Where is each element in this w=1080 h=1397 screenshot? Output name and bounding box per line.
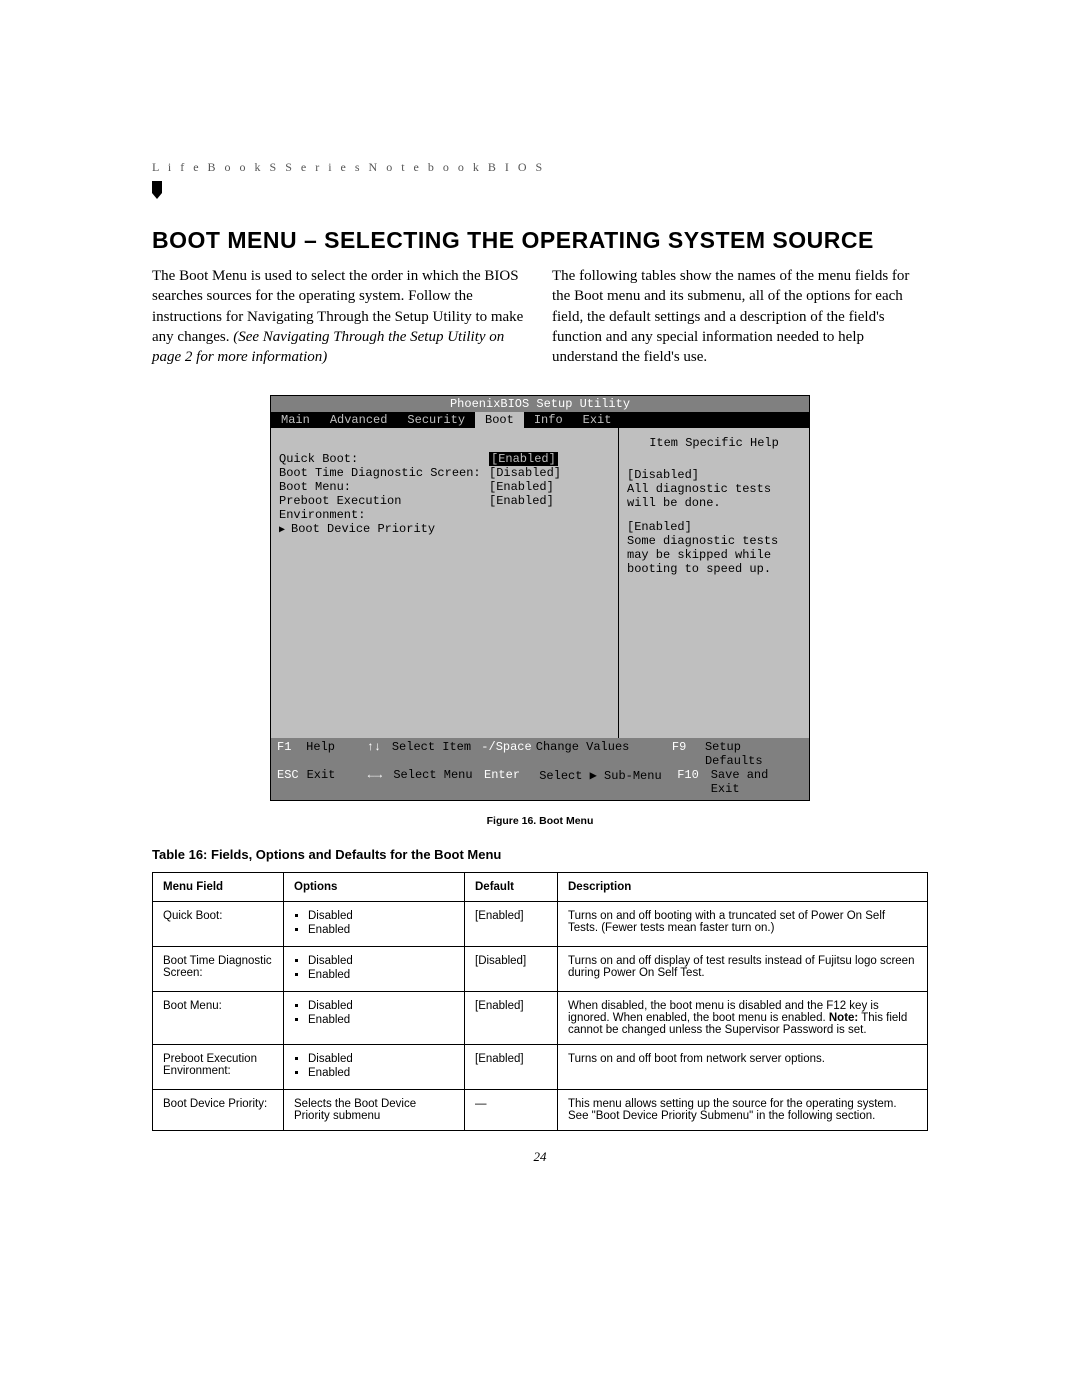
- bf0-k4: F9: [672, 740, 705, 768]
- bf0-k2: ↑↓: [363, 740, 392, 768]
- bios-row0-label: Quick Boot:: [279, 452, 489, 466]
- bios-tab-security: Security: [397, 412, 475, 428]
- bios-row3-value: [Enabled]: [489, 494, 554, 522]
- th-default: Default: [465, 873, 558, 902]
- table-row: Boot Menu: Disabled Enabled [Enabled] Wh…: [153, 992, 928, 1045]
- list-item: Disabled: [308, 1053, 454, 1065]
- bf1-k2: ←→: [364, 768, 394, 796]
- cell-options: Selects the Boot Device Priority submenu: [284, 1090, 465, 1131]
- list-item: Disabled: [308, 955, 454, 967]
- list-item: Enabled: [308, 1067, 454, 1079]
- table-header-row: Menu Field Options Default Description: [153, 873, 928, 902]
- cell-field: Boot Device Priority:: [153, 1090, 284, 1131]
- cell-field: Boot Time Diagnostic Screen:: [153, 947, 284, 992]
- bf1-k4: F10: [677, 768, 711, 796]
- cell-default: [Enabled]: [465, 1045, 558, 1090]
- table-row: Boot Device Priority: Selects the Boot D…: [153, 1090, 928, 1131]
- bf1-l3: Select ▶ Sub-Menu: [539, 768, 677, 796]
- bf0-l3: Change Values: [536, 740, 672, 768]
- cell-field: Boot Menu:: [153, 992, 284, 1045]
- bios-tab-exit: Exit: [573, 412, 622, 428]
- bios-help-b0-l0: [Disabled]: [627, 468, 801, 482]
- cell-default: [Enabled]: [465, 902, 558, 947]
- bios-help-b1-l0: [Enabled]: [627, 520, 801, 534]
- bios-help-title: Item Specific Help: [627, 436, 801, 450]
- cell-field: Preboot Execution Environment:: [153, 1045, 284, 1090]
- th-options: Options: [284, 873, 465, 902]
- cell-default: [Disabled]: [465, 947, 558, 992]
- th-field: Menu Field: [153, 873, 284, 902]
- cell-desc: Turns on and off booting with a truncate…: [558, 902, 928, 947]
- bios-help-b1-l1: Some diagnostic tests: [627, 534, 801, 548]
- cell-options: Disabled Enabled: [284, 902, 465, 947]
- bios-title: PhoenixBIOS Setup Utility: [271, 396, 809, 412]
- page-number: 24: [152, 1149, 928, 1165]
- cell-options: Disabled Enabled: [284, 947, 465, 992]
- bios-help-b1-l3: booting to speed up.: [627, 562, 801, 576]
- bios-footer: F1 Help ↑↓ Select Item -/Space Change Va…: [271, 738, 809, 800]
- running-header: L i f e B o o k S S e r i e s N o t e b …: [152, 160, 928, 175]
- cell-options: Disabled Enabled: [284, 992, 465, 1045]
- cell-desc: This menu allows setting up the source f…: [558, 1090, 928, 1131]
- table-row: Boot Time Diagnostic Screen: Disabled En…: [153, 947, 928, 992]
- list-item: Disabled: [308, 1000, 454, 1012]
- bios-help-b0-l1: All diagnostic tests: [627, 482, 801, 496]
- list-item: Enabled: [308, 924, 454, 936]
- bf0-l1: Help: [306, 740, 362, 768]
- cell-desc: Turns on and off display of test results…: [558, 947, 928, 992]
- table-row: Preboot Execution Environment: Disabled …: [153, 1045, 928, 1090]
- bios-submenu: Boot Device Priority: [279, 522, 435, 536]
- bf0-k1: F1: [277, 740, 306, 768]
- list-item: Enabled: [308, 1014, 454, 1026]
- bf1-l1: Exit: [307, 768, 364, 796]
- cell-desc: Turns on and off boot from network serve…: [558, 1045, 928, 1090]
- figure-caption: Figure 16. Boot Menu: [152, 815, 928, 827]
- cell-default: —: [465, 1090, 558, 1131]
- bios-tab-main: Main: [271, 412, 320, 428]
- bios-tab-boot: Boot: [475, 412, 524, 428]
- bf1-l2: Select Menu: [393, 768, 484, 796]
- bios-row1-label: Boot Time Diagnostic Screen:: [279, 466, 489, 480]
- bf1-k3: Enter: [484, 768, 539, 796]
- bios-row1-value: [Disabled]: [489, 466, 561, 480]
- page-title: BOOT MENU – SELECTING THE OPERATING SYST…: [152, 227, 928, 254]
- list-item: Enabled: [308, 969, 454, 981]
- bios-left-pane: Quick Boot: [Enabled] Boot Time Diagnost…: [271, 428, 619, 738]
- bf0-k3: -/Space: [481, 740, 535, 768]
- cell-options: Disabled Enabled: [284, 1045, 465, 1090]
- desc-note: Note:: [829, 1012, 858, 1024]
- bios-help-b1-l2: may be skipped while: [627, 548, 801, 562]
- intro-right: The following tables show the names of t…: [552, 266, 928, 367]
- fields-table: Menu Field Options Default Description Q…: [152, 872, 928, 1131]
- intro-columns: The Boot Menu is used to select the orde…: [152, 266, 928, 367]
- cell-field: Quick Boot:: [153, 902, 284, 947]
- bios-tab-advanced: Advanced: [320, 412, 398, 428]
- bios-screen: PhoenixBIOS Setup Utility Main Advanced …: [270, 395, 810, 801]
- header-marker-icon: [152, 181, 928, 199]
- bios-row0-value: [Enabled]: [489, 452, 558, 466]
- bios-help-pane: Item Specific Help [Disabled] All diagno…: [619, 428, 809, 738]
- bf1-k1: ESC: [277, 768, 307, 796]
- bf0-l4: Setup Defaults: [705, 740, 803, 768]
- bios-help-b0-l2: will be done.: [627, 496, 801, 510]
- bios-row2-label: Boot Menu:: [279, 480, 489, 494]
- bf1-l4: Save and Exit: [711, 768, 803, 796]
- table-title: Table 16: Fields, Options and Defaults f…: [152, 847, 928, 862]
- list-item: Disabled: [308, 910, 454, 922]
- cell-desc: When disabled, the boot menu is disabled…: [558, 992, 928, 1045]
- bf0-l2: Select Item: [392, 740, 481, 768]
- bios-tab-info: Info: [524, 412, 573, 428]
- bios-tab-bar: Main Advanced Security Boot Info Exit: [271, 412, 809, 428]
- bios-row3-label: Preboot Execution Environment:: [279, 494, 489, 522]
- table-row: Quick Boot: Disabled Enabled [Enabled] T…: [153, 902, 928, 947]
- th-desc: Description: [558, 873, 928, 902]
- cell-default: [Enabled]: [465, 992, 558, 1045]
- bios-row2-value: [Enabled]: [489, 480, 554, 494]
